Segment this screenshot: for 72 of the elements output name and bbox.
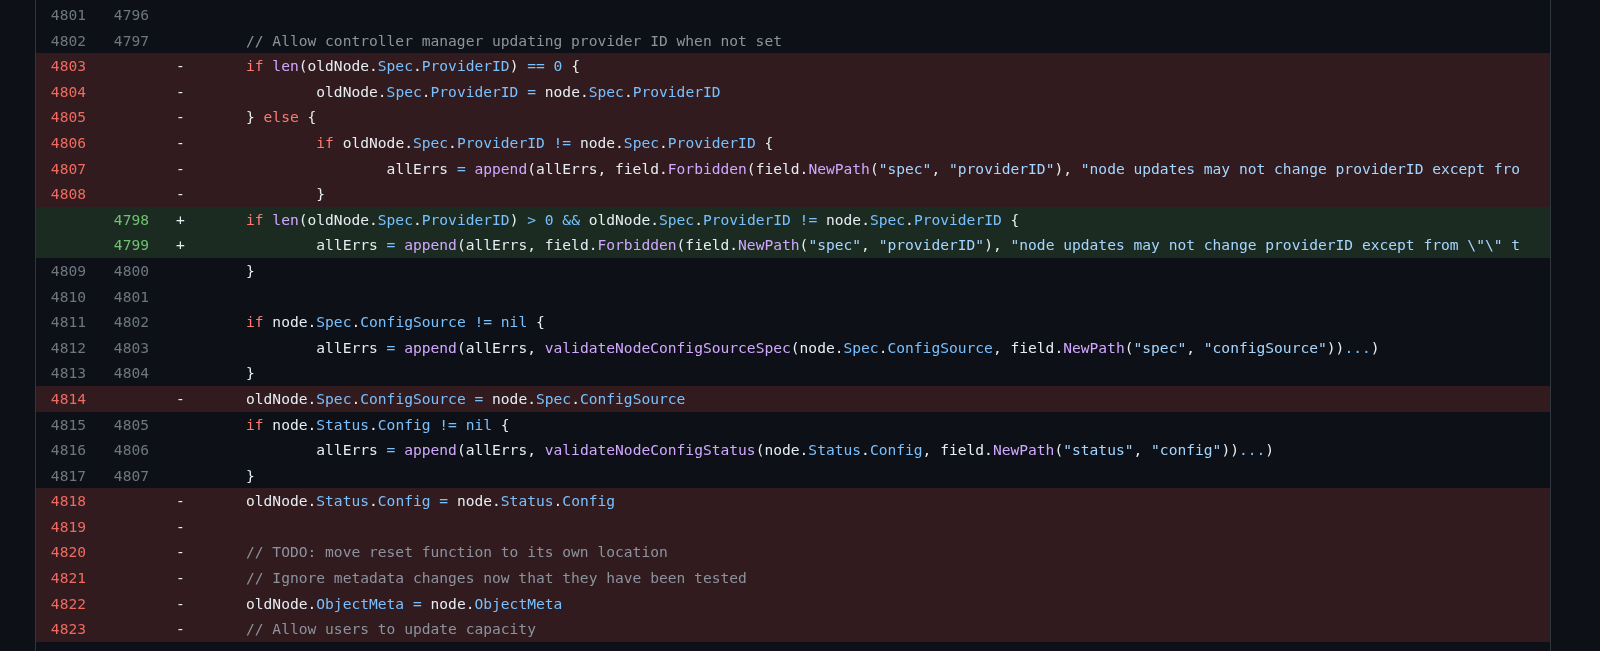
line-number: 4796 — [112, 5, 150, 25]
line-number: 4819 — [49, 516, 87, 537]
diff-sign: - — [176, 82, 185, 100]
diff-sign: - — [176, 108, 185, 126]
line-number: 4812 — [49, 337, 87, 358]
line-number: 4804 — [112, 363, 150, 384]
line-number: 4816 — [49, 440, 87, 461]
code-line: if oldNode.Spec.ProviderID != node.Spec.ProviderID { — [315, 133, 774, 151]
line-number: 4807 — [112, 465, 150, 486]
diff-sign: - — [176, 133, 185, 151]
line-number: 4801 — [112, 286, 150, 307]
line-number: 4817 — [49, 465, 87, 486]
code-line: oldNode.Spec.ConfigSource = node.Spec.ConfigSource — [246, 389, 686, 407]
line-number: 4809 — [49, 260, 87, 281]
diff-sign: - — [176, 569, 185, 587]
line-number: 4814 — [49, 388, 87, 409]
line-number: 4802 — [112, 312, 150, 333]
line-number: 4808 — [49, 184, 87, 205]
line-number: 4804 — [49, 81, 87, 102]
code-line: } else { — [246, 108, 317, 126]
line-number: 4805 — [49, 107, 87, 128]
code-line: allErrs = append(allErrs, validateNodeConfigSourceSpec(node.Spec.ConfigSource, field.NewPath("spec", "configSource"))...) — [315, 338, 1380, 356]
code-line: oldNode.Spec.ProviderID = node.Spec.ProviderID — [315, 82, 721, 100]
line-number: 4810 — [49, 286, 87, 307]
line-number: 4823 — [49, 619, 87, 640]
diff-sign: - — [176, 517, 185, 535]
line-number: 4803 — [49, 56, 87, 77]
diff-sign: - — [176, 492, 185, 510]
line-number: 4805 — [112, 414, 150, 435]
diff-sign: - — [176, 159, 185, 177]
diff-sign: - — [176, 57, 185, 75]
line-number: 4799 — [112, 235, 150, 256]
code-line: // Allow controller manager updating provider ID when not set — [246, 31, 782, 49]
diff-sign: - — [176, 389, 185, 407]
line-number: 4807 — [49, 158, 87, 179]
code-line: allErrs = append(allErrs, validateNodeConfigStatus(node.Status.Config, field.NewPath("status", "config"))...) — [315, 441, 1275, 459]
code-line: } — [246, 261, 255, 279]
code-line: if len(oldNode.Spec.ProviderID) > 0 && oldNode.Spec.ProviderID != node.Spec.ProviderID { — [246, 210, 1020, 228]
line-number: 4798 — [112, 209, 150, 230]
code-line: oldNode.Status.Config = node.Status.Config — [246, 492, 616, 510]
diff-sign: - — [176, 543, 185, 561]
line-number: 4821 — [49, 568, 87, 589]
line-number: 4822 — [49, 593, 87, 614]
diff-sign: - — [176, 594, 185, 612]
line-number: 4815 — [49, 414, 87, 435]
line-number: 4801 — [49, 5, 87, 25]
line-number: 4811 — [49, 312, 87, 333]
line-number: 4800 — [112, 260, 150, 281]
code-line: // Ignore metadata changes now that they have been tested — [246, 569, 747, 587]
code-line: if len(oldNode.Spec.ProviderID) == 0 { — [246, 57, 580, 75]
line-number: 4813 — [49, 363, 87, 384]
line-number: 4820 — [49, 542, 87, 563]
code-line: // Allow users to update capacity — [246, 620, 536, 638]
line-number: 4802 — [49, 30, 87, 51]
line-number: 4818 — [49, 491, 87, 512]
line-number: 4806 — [49, 132, 87, 153]
code-line: if node.Spec.ConfigSource != nil { — [246, 313, 545, 331]
diff-sign: + — [176, 236, 185, 254]
code-line: allErrs = append(allErrs, field.Forbidden(field.NewPath("spec", "providerID"), "node updates may not change providerID except from \"\" t — [315, 236, 1521, 254]
line-number: 4797 — [112, 30, 150, 51]
diff-sign: - — [176, 185, 185, 203]
line-number: 4803 — [112, 337, 150, 358]
code-line: } — [246, 364, 255, 382]
code-line: if node.Status.Config != nil { — [246, 415, 510, 433]
code-line: // TODO: move reset function to its own location — [246, 543, 668, 561]
diff-sign: + — [176, 210, 185, 228]
code-line: } — [246, 466, 255, 484]
code-line: oldNode.ObjectMeta = node.ObjectMeta — [246, 594, 563, 612]
line-number: 4806 — [112, 440, 150, 461]
code-line: } — [315, 185, 326, 203]
diff-sign: - — [176, 620, 185, 638]
code-line: allErrs = append(allErrs, field.Forbidden(field.NewPath("spec", "providerID"), "node updates may not change providerID except fro — [385, 159, 1521, 177]
